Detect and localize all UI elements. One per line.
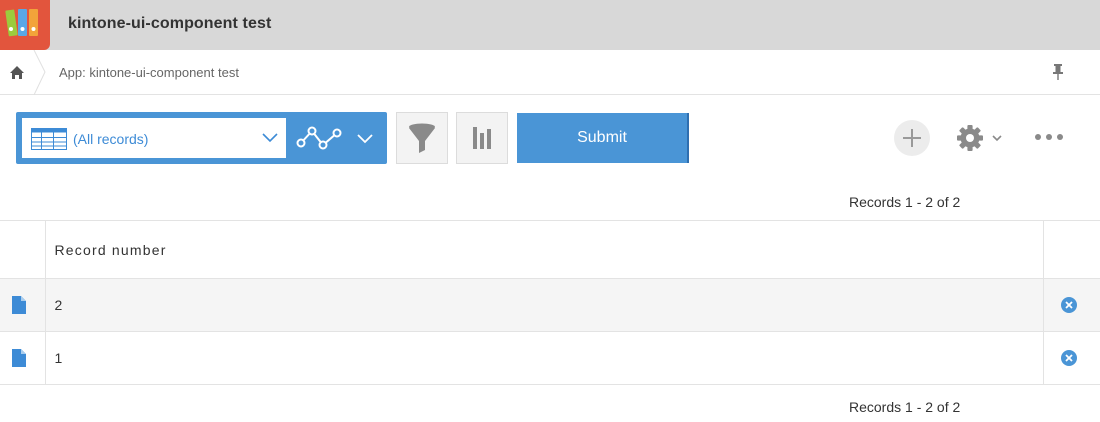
view-select-value: (All records) bbox=[73, 131, 149, 147]
record-detail-link[interactable] bbox=[0, 278, 46, 332]
graph-view-button[interactable] bbox=[290, 118, 350, 158]
breadcrumb-separator bbox=[33, 50, 46, 95]
bar-chart-icon bbox=[473, 127, 491, 149]
submit-button[interactable]: Submit bbox=[517, 113, 689, 163]
app-binders-icon[interactable] bbox=[0, 0, 50, 50]
app-header: kintone-ui-component test bbox=[0, 0, 1100, 50]
more-options-button[interactable] bbox=[1032, 125, 1066, 149]
gear-icon bbox=[957, 125, 1002, 151]
filter-button[interactable] bbox=[396, 112, 448, 164]
pin-icon bbox=[1053, 64, 1063, 80]
graph-dropdown-button[interactable] bbox=[352, 118, 380, 158]
header-action-cell bbox=[1042, 220, 1100, 279]
plus-icon bbox=[903, 129, 921, 147]
chevron-down-icon bbox=[357, 134, 373, 144]
records-count: Records 1 - 2 of 2 bbox=[849, 399, 961, 415]
graph-icon bbox=[296, 126, 342, 150]
records-table: Record number 2 1 bbox=[0, 220, 1100, 385]
record-detail-link[interactable] bbox=[0, 331, 46, 385]
record-number-cell: 1 bbox=[45, 331, 1043, 385]
table-row: 2 bbox=[0, 278, 1100, 332]
more-icon bbox=[1035, 134, 1063, 140]
header-icon-cell bbox=[0, 220, 46, 279]
breadcrumb: App: kintone-ui-component test bbox=[0, 50, 1100, 95]
delete-icon bbox=[1060, 297, 1077, 313]
list-view-icon bbox=[31, 128, 67, 150]
breadcrumb-app-link[interactable]: App: kintone-ui-component test bbox=[59, 65, 239, 80]
table-header-row: Record number bbox=[0, 220, 1100, 279]
view-select[interactable]: (All records) bbox=[22, 118, 286, 158]
document-icon bbox=[12, 296, 26, 314]
pin-button[interactable] bbox=[1048, 62, 1068, 82]
page-title: kintone-ui-component test bbox=[68, 15, 272, 32]
table-row: 1 bbox=[0, 331, 1100, 385]
document-icon bbox=[12, 349, 26, 367]
delete-record-button[interactable] bbox=[1042, 331, 1100, 385]
record-number-cell: 2 bbox=[45, 278, 1043, 332]
delete-icon bbox=[1060, 350, 1077, 366]
chevron-down-icon bbox=[262, 133, 278, 143]
settings-button[interactable] bbox=[954, 120, 1006, 156]
chart-button[interactable] bbox=[456, 112, 508, 164]
column-header-record-number[interactable]: Record number bbox=[45, 220, 1043, 279]
delete-record-button[interactable] bbox=[1042, 278, 1100, 332]
add-record-button[interactable] bbox=[894, 120, 930, 156]
records-count: Records 1 - 2 of 2 bbox=[849, 194, 961, 210]
funnel-icon bbox=[409, 123, 435, 153]
